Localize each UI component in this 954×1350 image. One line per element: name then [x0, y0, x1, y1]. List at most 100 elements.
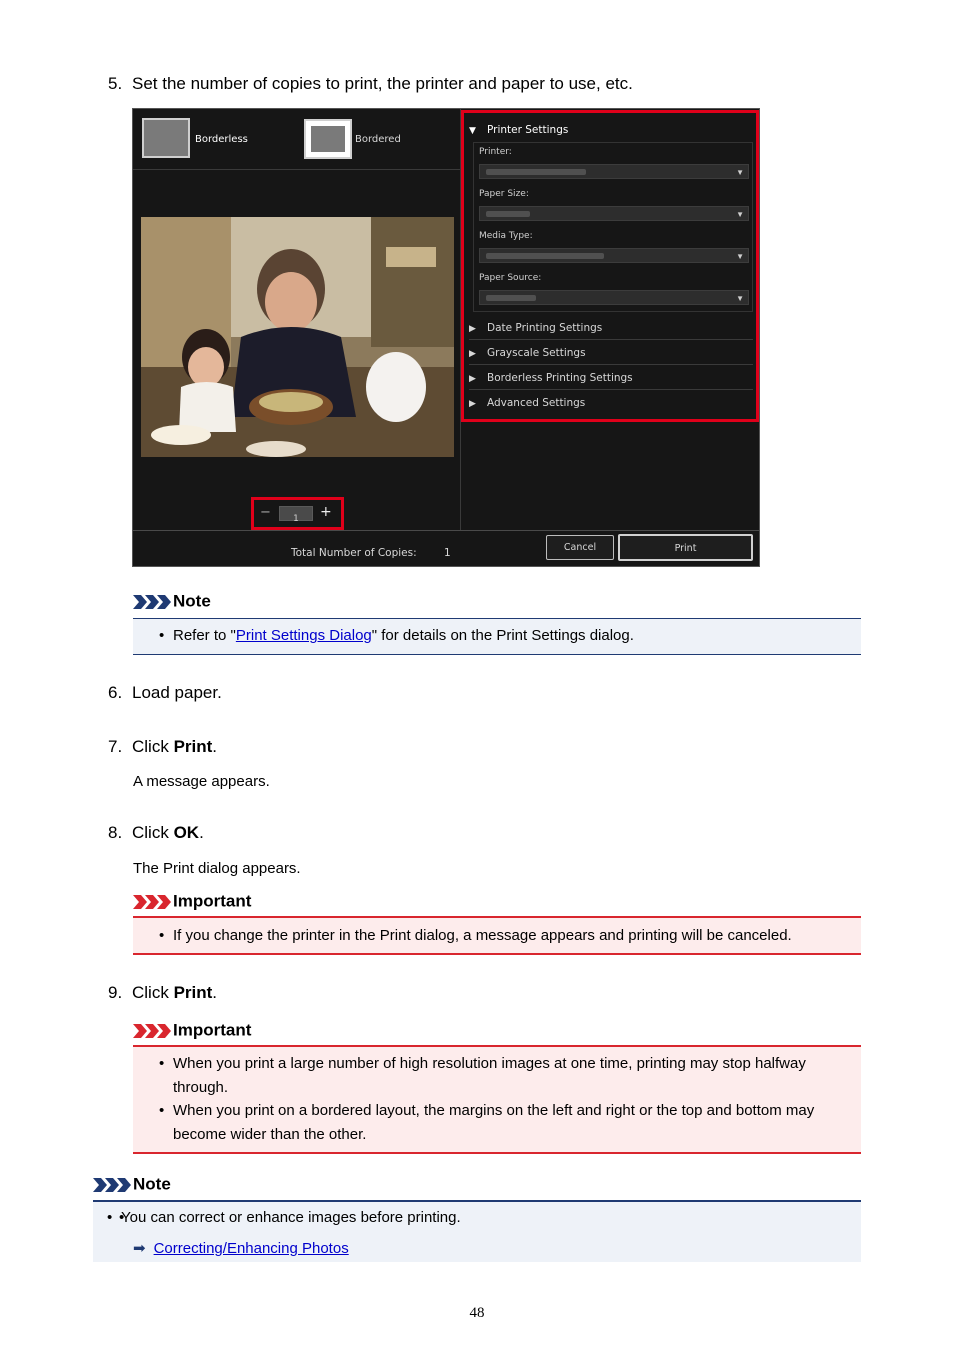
important-heading: Important	[133, 891, 251, 912]
step-text: Click	[132, 737, 174, 756]
divider	[469, 389, 753, 390]
important-heading: Important	[133, 1020, 251, 1041]
note-text: You can correct or enhance images before…	[121, 1209, 461, 1226]
important-box: When you print a large number of high re…	[133, 1045, 861, 1154]
note-title: Note	[173, 591, 211, 611]
note-heading: Note	[133, 591, 211, 612]
page-number: 48	[469, 1305, 485, 1321]
dropdown-arrow-icon: ▼	[736, 294, 744, 303]
note-text: Refer to "	[173, 627, 236, 644]
expand-triangle-icon: ▶	[469, 399, 476, 409]
note-item: Refer to "Print Settings Dialog" for det…	[133, 624, 634, 648]
note-box: •You can correct or enhance images befor…	[93, 1200, 861, 1262]
important-list: When you print a large number of high re…	[133, 1052, 849, 1146]
step-5: 5. Set the number of copies to print, the…	[108, 74, 633, 94]
dropdown-arrow-icon: ▼	[736, 210, 744, 219]
printer-settings-title: Printer Settings	[487, 124, 569, 136]
dropdown-arrow-icon: ▼	[736, 168, 744, 177]
borderless-printing-section[interactable]: ▶ Borderless Printing Settings	[469, 372, 753, 384]
step-number: 9.	[108, 983, 123, 1002]
section-label: Borderless Printing Settings	[487, 372, 633, 384]
borderless-label: Borderless	[195, 134, 248, 145]
important-title: Important	[173, 891, 252, 911]
important-item: If you change the printer in the Print d…	[133, 924, 893, 948]
total-copies-value: 1	[444, 547, 451, 559]
decrease-copies-button[interactable]: −	[260, 505, 271, 520]
print-button[interactable]: Print	[618, 534, 753, 561]
step-number: 5.	[108, 74, 123, 93]
bordered-thumbnail[interactable]	[304, 119, 352, 159]
note-chevron-icon	[133, 594, 171, 609]
collapse-triangle-icon: ▼	[469, 126, 476, 136]
divider	[133, 169, 460, 170]
step-text: .	[212, 983, 218, 1002]
step-7-description: A message appears.	[133, 773, 270, 790]
step-text: .	[212, 737, 218, 756]
step-bold-text: Print	[173, 737, 213, 756]
step-number: 8.	[108, 823, 123, 842]
divider	[469, 339, 753, 340]
step-text: Click	[132, 823, 174, 842]
printer-settings-header[interactable]: ▼ Printer Settings	[469, 124, 568, 136]
print-settings-dialog-link[interactable]: Print Settings Dialog	[236, 627, 372, 644]
bordered-label: Bordered	[355, 134, 401, 145]
expand-triangle-icon: ▶	[469, 349, 476, 359]
important-chevron-icon	[133, 894, 171, 909]
preview-photo	[141, 217, 454, 457]
copies-value: 1	[293, 514, 299, 524]
step-6: 6. Load paper.	[108, 683, 222, 703]
note-link-row: ➡ Correcting/Enhancing Photos	[133, 1239, 349, 1257]
section-label: Advanced Settings	[487, 397, 586, 409]
photo-image	[141, 217, 454, 457]
printer-field-label: Printer:	[479, 147, 512, 157]
print-settings-screenshot: Borderless Bordered − 1 + ▼ Printer Sett…	[132, 108, 760, 567]
divider	[469, 364, 753, 365]
paper-size-dropdown[interactable]: ▼	[479, 206, 749, 221]
step-number: 7.	[108, 737, 123, 756]
important-chevron-icon	[133, 1023, 171, 1038]
step-text: Click	[132, 983, 174, 1002]
copies-input[interactable]: 1	[279, 506, 313, 524]
step-text: Set the number of copies to print, the p…	[132, 74, 633, 93]
total-copies-label: Total Number of Copies:	[291, 547, 417, 559]
step-number: 6.	[108, 683, 123, 702]
important-item: When you print a large number of high re…	[133, 1052, 849, 1099]
paper-source-field-label: Paper Source:	[479, 273, 542, 283]
section-label: Date Printing Settings	[487, 322, 603, 334]
grayscale-section[interactable]: ▶ Grayscale Settings	[469, 347, 753, 359]
step-text: Load paper.	[132, 683, 222, 702]
step-9: 9. Click Print.	[108, 983, 217, 1003]
cancel-button[interactable]: Cancel	[546, 535, 614, 560]
important-box: If you change the printer in the Print d…	[133, 916, 861, 955]
section-label: Grayscale Settings	[487, 347, 586, 359]
step-8: 8. Click OK.	[108, 823, 204, 843]
borderless-thumbnail[interactable]	[142, 118, 190, 158]
note-text: " for details on the Print Settings dial…	[371, 627, 634, 644]
correcting-enhancing-photos-link[interactable]: Correcting/Enhancing Photos	[154, 1240, 349, 1257]
important-title: Important	[173, 1020, 252, 1040]
step-bold-text: Print	[173, 983, 213, 1002]
advanced-settings-section[interactable]: ▶ Advanced Settings	[469, 397, 753, 409]
step-7: 7. Click Print.	[108, 737, 217, 757]
media-type-field-label: Media Type:	[479, 231, 533, 241]
expand-triangle-icon: ▶	[469, 374, 476, 384]
note-item: •You can correct or enhance images befor…	[93, 1206, 461, 1230]
note-chevron-icon	[93, 1177, 131, 1192]
important-item: When you print on a bordered layout, the…	[133, 1099, 849, 1146]
arrow-right-icon: ➡	[133, 1240, 146, 1257]
step-8-description: The Print dialog appears.	[133, 860, 301, 877]
increase-copies-button[interactable]: +	[320, 504, 332, 520]
date-printing-section[interactable]: ▶ Date Printing Settings	[469, 322, 753, 334]
note-box: Refer to "Print Settings Dialog" for det…	[133, 618, 861, 655]
note-title: Note	[133, 1174, 171, 1194]
note-heading: Note	[93, 1174, 171, 1195]
paper-size-field-label: Paper Size:	[479, 189, 529, 199]
expand-triangle-icon: ▶	[469, 324, 476, 334]
paper-source-dropdown[interactable]: ▼	[479, 290, 749, 305]
step-bold-text: OK	[173, 823, 200, 842]
dropdown-arrow-icon: ▼	[736, 252, 744, 261]
step-text: .	[199, 823, 204, 842]
printer-dropdown[interactable]: ▼	[479, 164, 749, 179]
footer-divider	[133, 530, 759, 531]
media-type-dropdown[interactable]: ▼	[479, 248, 749, 263]
